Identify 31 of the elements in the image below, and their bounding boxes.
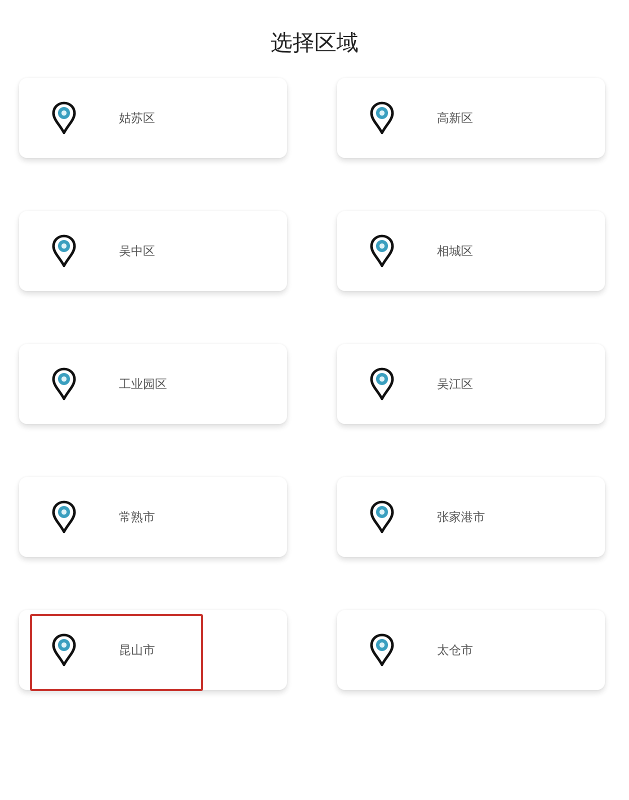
map-pin-icon — [369, 234, 395, 268]
region-card[interactable]: 姑苏区 — [19, 78, 287, 158]
region-card[interactable]: 常熟市 — [19, 477, 287, 557]
region-card[interactable]: 张家港市 — [337, 477, 605, 557]
map-pin-icon — [51, 234, 77, 268]
region-name: 工业园区 — [119, 376, 167, 392]
region-card[interactable]: 吴中区 — [19, 211, 287, 291]
map-pin-icon — [369, 633, 395, 667]
map-pin-icon — [51, 101, 77, 135]
region-card[interactable]: 工业园区 — [19, 344, 287, 424]
map-pin-icon — [369, 500, 395, 534]
region-card[interactable]: 相城区 — [337, 211, 605, 291]
region-name: 吴中区 — [119, 242, 155, 260]
region-name: 张家港市 — [437, 508, 485, 526]
region-name: 姑苏区 — [119, 110, 155, 126]
region-card[interactable]: 高新区 — [337, 78, 605, 158]
region-name: 昆山市 — [119, 642, 155, 658]
page-title: 选择区域 — [270, 30, 360, 58]
region-card[interactable]: 昆山市 — [19, 610, 287, 690]
map-pin-icon — [51, 633, 77, 667]
map-pin-icon — [369, 101, 395, 135]
region-name: 相城区 — [437, 242, 473, 260]
region-card[interactable]: 太仓市 — [337, 610, 605, 690]
region-name: 太仓市 — [437, 642, 473, 658]
region-name: 吴江区 — [437, 376, 473, 392]
map-pin-icon — [369, 367, 395, 401]
map-pin-icon — [51, 500, 77, 534]
region-name: 常熟市 — [119, 508, 155, 526]
map-pin-icon — [51, 367, 77, 401]
region-card[interactable]: 吴江区 — [337, 344, 605, 424]
region-name: 高新区 — [437, 110, 473, 126]
